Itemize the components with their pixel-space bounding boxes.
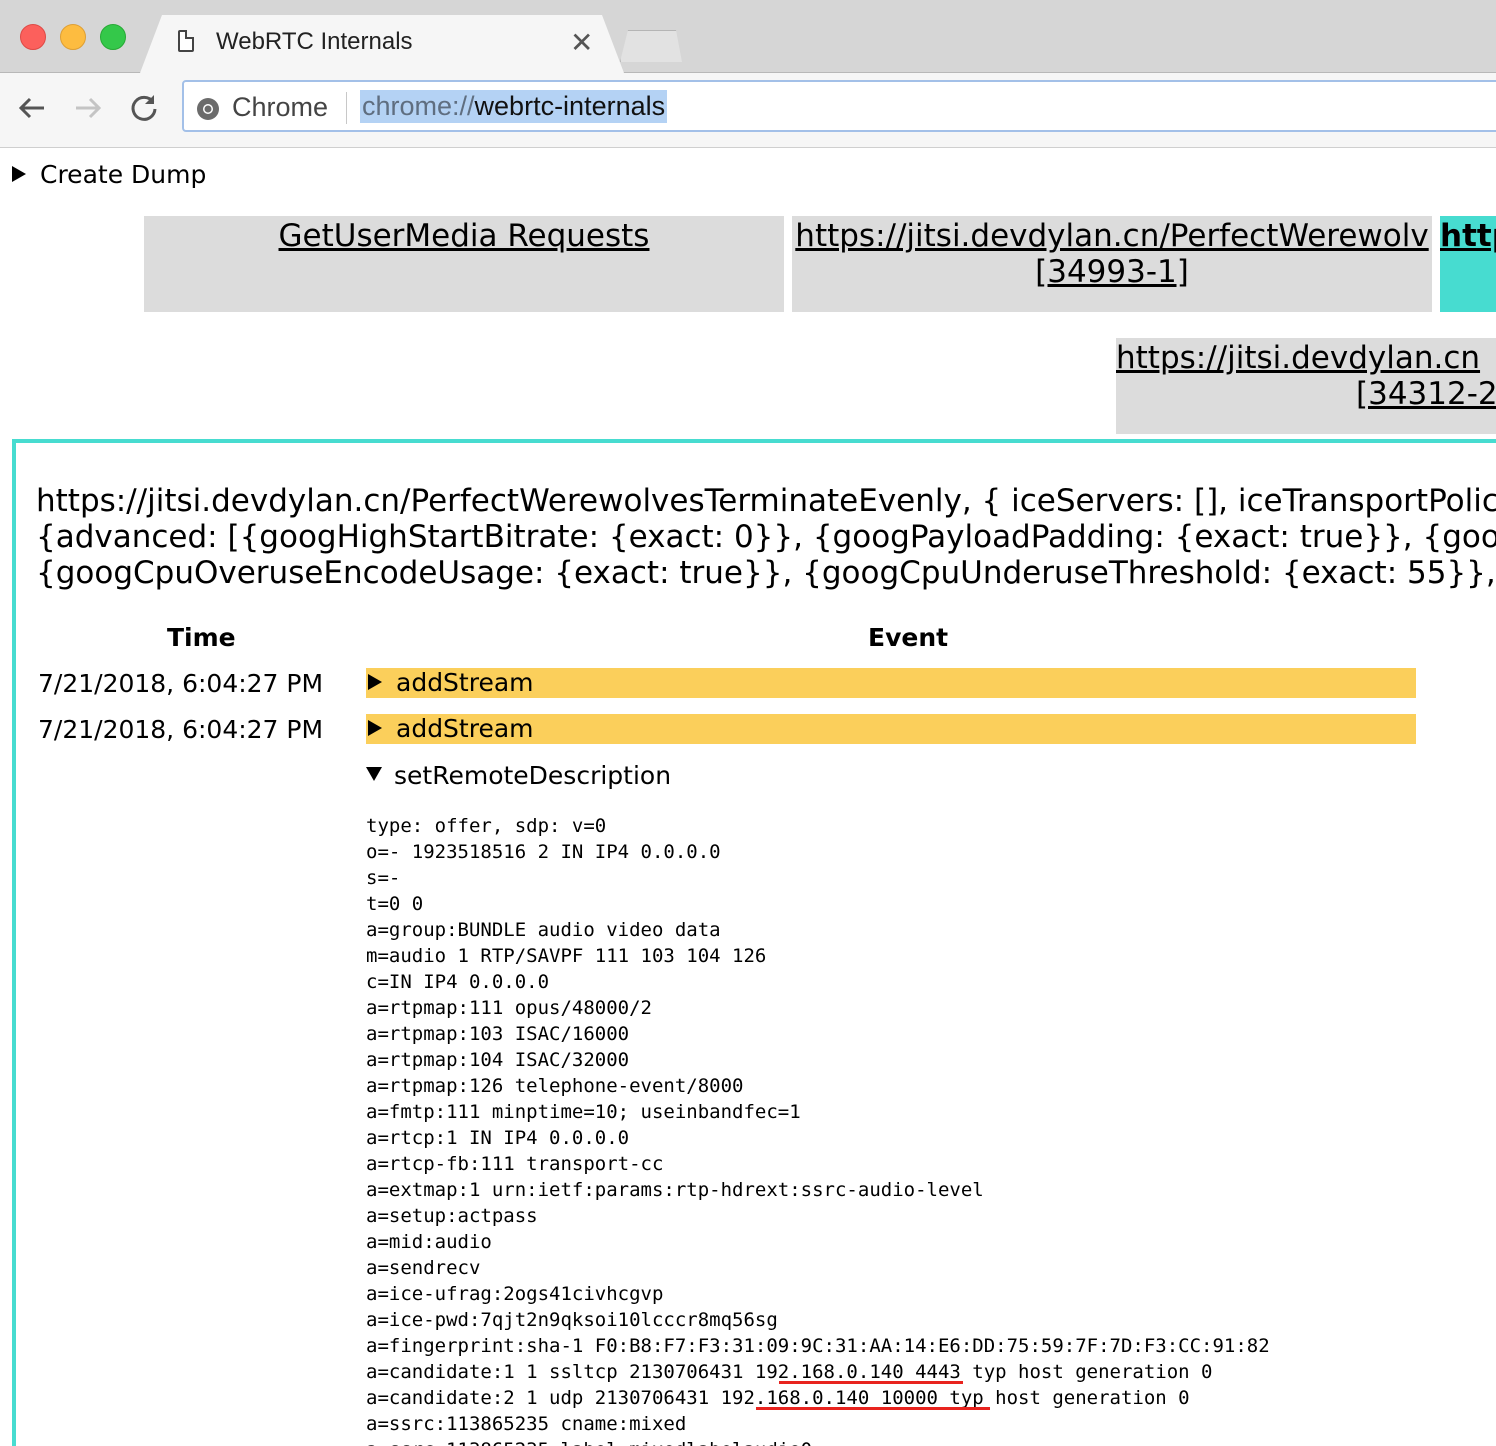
peer-connection-panel: https://jitsi.devdylan.cn/PerfectWerewol… [12, 439, 1496, 1446]
sdp-line: a=setup:actpass [366, 1205, 538, 1227]
sdp-line: c=IN IP4 0.0.0.0 [366, 971, 550, 993]
url-host: webrtc-internals [474, 91, 666, 121]
sdp-line: a=fmtp:111 minptime=10; useinbandfec=1 [366, 1101, 801, 1123]
sdp-details: type: offer, sdp: v=0 o=- 1923518516 2 IN… [366, 813, 1270, 1446]
sdp-line: a=fingerprint:sha-1 F0:B8:F7:F3:31:09:9C… [366, 1335, 1270, 1357]
event-name: addStream [396, 668, 534, 697]
event-time: 7/21/2018, 6:04:27 PM [38, 669, 324, 698]
tab-link[interactable]: GetUserMedia Requests [279, 218, 650, 254]
sdp-line: a=rtpmap:111 opus/48000/2 [366, 997, 652, 1019]
tab-getusermedia-requests[interactable]: GetUserMedia Requests [144, 216, 784, 312]
sdp-line: a=rtpmap:104 ISAC/32000 [366, 1049, 630, 1071]
sdp-line: s=- [366, 867, 401, 889]
url-scheme: chrome:// [362, 91, 475, 121]
event-name: addStream [396, 714, 534, 743]
event-addstream-1[interactable]: addStream [366, 668, 1416, 698]
title-bar: WebRTC Internals ✕ [0, 0, 1496, 73]
disclosure-triangle-icon [12, 166, 26, 182]
event-time: 7/21/2018, 6:04:27 PM [38, 715, 324, 744]
tab-link[interactable]: https://jitsi.devdylan.cn [1116, 340, 1480, 376]
create-dump-label: Create Dump [40, 160, 207, 189]
event-setremotedescription[interactable]: setRemoteDescription [366, 761, 671, 790]
back-arrow-icon [18, 97, 44, 119]
document-icon [178, 30, 194, 52]
sdp-line: a=rtpmap:126 telephone-event/8000 [366, 1075, 744, 1097]
reload-icon [131, 95, 157, 121]
sdp-line: a=mid:audio [366, 1231, 492, 1253]
sdp-line: a=rtcp:1 IN IP4 0.0.0.0 [366, 1127, 630, 1149]
close-window-button[interactable] [20, 24, 46, 50]
back-button[interactable] [14, 88, 50, 128]
tab-link[interactable]: http [1440, 218, 1496, 254]
forward-arrow-icon [76, 97, 102, 119]
tab-title: WebRTC Internals [216, 28, 413, 55]
sdp-line: a=sendrecv [366, 1257, 481, 1279]
tab-peer-connection-1[interactable]: https://jitsi.devdylan.cn/PerfectWerewol… [792, 216, 1432, 312]
forward-button[interactable] [70, 88, 106, 128]
sdp-line: m=audio 1 RTP/SAVPF 111 103 104 126 [366, 945, 767, 967]
event-name: setRemoteDescription [394, 761, 672, 790]
sdp-line: a=rtpmap:103 ISAC/16000 [366, 1023, 630, 1045]
event-addstream-2[interactable]: addStream [366, 714, 1416, 744]
tab-peer-connection-2[interactable]: https://jitsi.devdylan.cn [34312-2 [1116, 338, 1496, 434]
chrome-icon [197, 98, 219, 120]
event-column-header: Event [868, 623, 949, 652]
connection-header-line: {advanced: [{googHighStartBitrate: {exac… [36, 519, 1496, 555]
url-text[interactable]: chrome://webrtc-internals [360, 90, 668, 123]
zoom-window-button[interactable] [100, 24, 126, 50]
sdp-line: a=ssrc:113865235 cname:mixed [366, 1413, 687, 1435]
sdp-line: t=0 0 [366, 893, 424, 915]
tab-pid[interactable]: [34312-2 [1356, 376, 1496, 412]
sdp-line: a=rtcp-fb:111 transport-cc [366, 1153, 664, 1175]
tab-close-icon[interactable]: ✕ [570, 26, 593, 59]
sdp-line: a=ssrc:113865235 label:mixedlabelaudio0 [366, 1437, 1270, 1446]
omnibox-chrome-label: Chrome [232, 92, 329, 122]
ip-underline-annotation [779, 1381, 963, 1384]
ip-port-underline-annotation [756, 1407, 990, 1410]
disclosure-triangle-open-icon [366, 767, 382, 781]
sdp-line: a=group:BUNDLE audio video data [366, 919, 721, 941]
reload-button[interactable] [126, 88, 162, 128]
sdp-line: a=ice-ufrag:2ogs41civhcgvp [366, 1283, 664, 1305]
connection-header-line: https://jitsi.devdylan.cn/PerfectWerewol… [36, 483, 1496, 519]
omnibox-separator [346, 92, 347, 124]
disclosure-triangle-icon [368, 720, 382, 736]
tab-peer-connection-active[interactable]: http [1440, 216, 1496, 312]
new-tab-button[interactable] [620, 30, 682, 62]
connection-header: https://jitsi.devdylan.cn/PerfectWerewol… [36, 483, 1496, 591]
sdp-line: a=ice-pwd:7qjt2n9qksoi10lcccr8mq56sg [366, 1309, 778, 1331]
sdp-line: type: offer, sdp: v=0 [366, 815, 607, 837]
minimize-window-button[interactable] [60, 24, 86, 50]
connection-header-line: {googCpuOveruseEncodeUsage: {exact: true… [36, 555, 1496, 591]
sdp-line: a=extmap:1 urn:ietf:params:rtp-hdrext:ss… [366, 1179, 984, 1201]
disclosure-triangle-icon [368, 674, 382, 690]
tab-link[interactable]: https://jitsi.devdylan.cn/PerfectWerewol… [795, 218, 1428, 254]
create-dump-toggle[interactable]: Create Dump [12, 160, 206, 189]
tab-pid[interactable]: [34993-1] [1035, 254, 1189, 290]
time-column-header: Time [167, 623, 236, 652]
sdp-line: o=- 1923518516 2 IN IP4 0.0.0.0 [366, 841, 721, 863]
